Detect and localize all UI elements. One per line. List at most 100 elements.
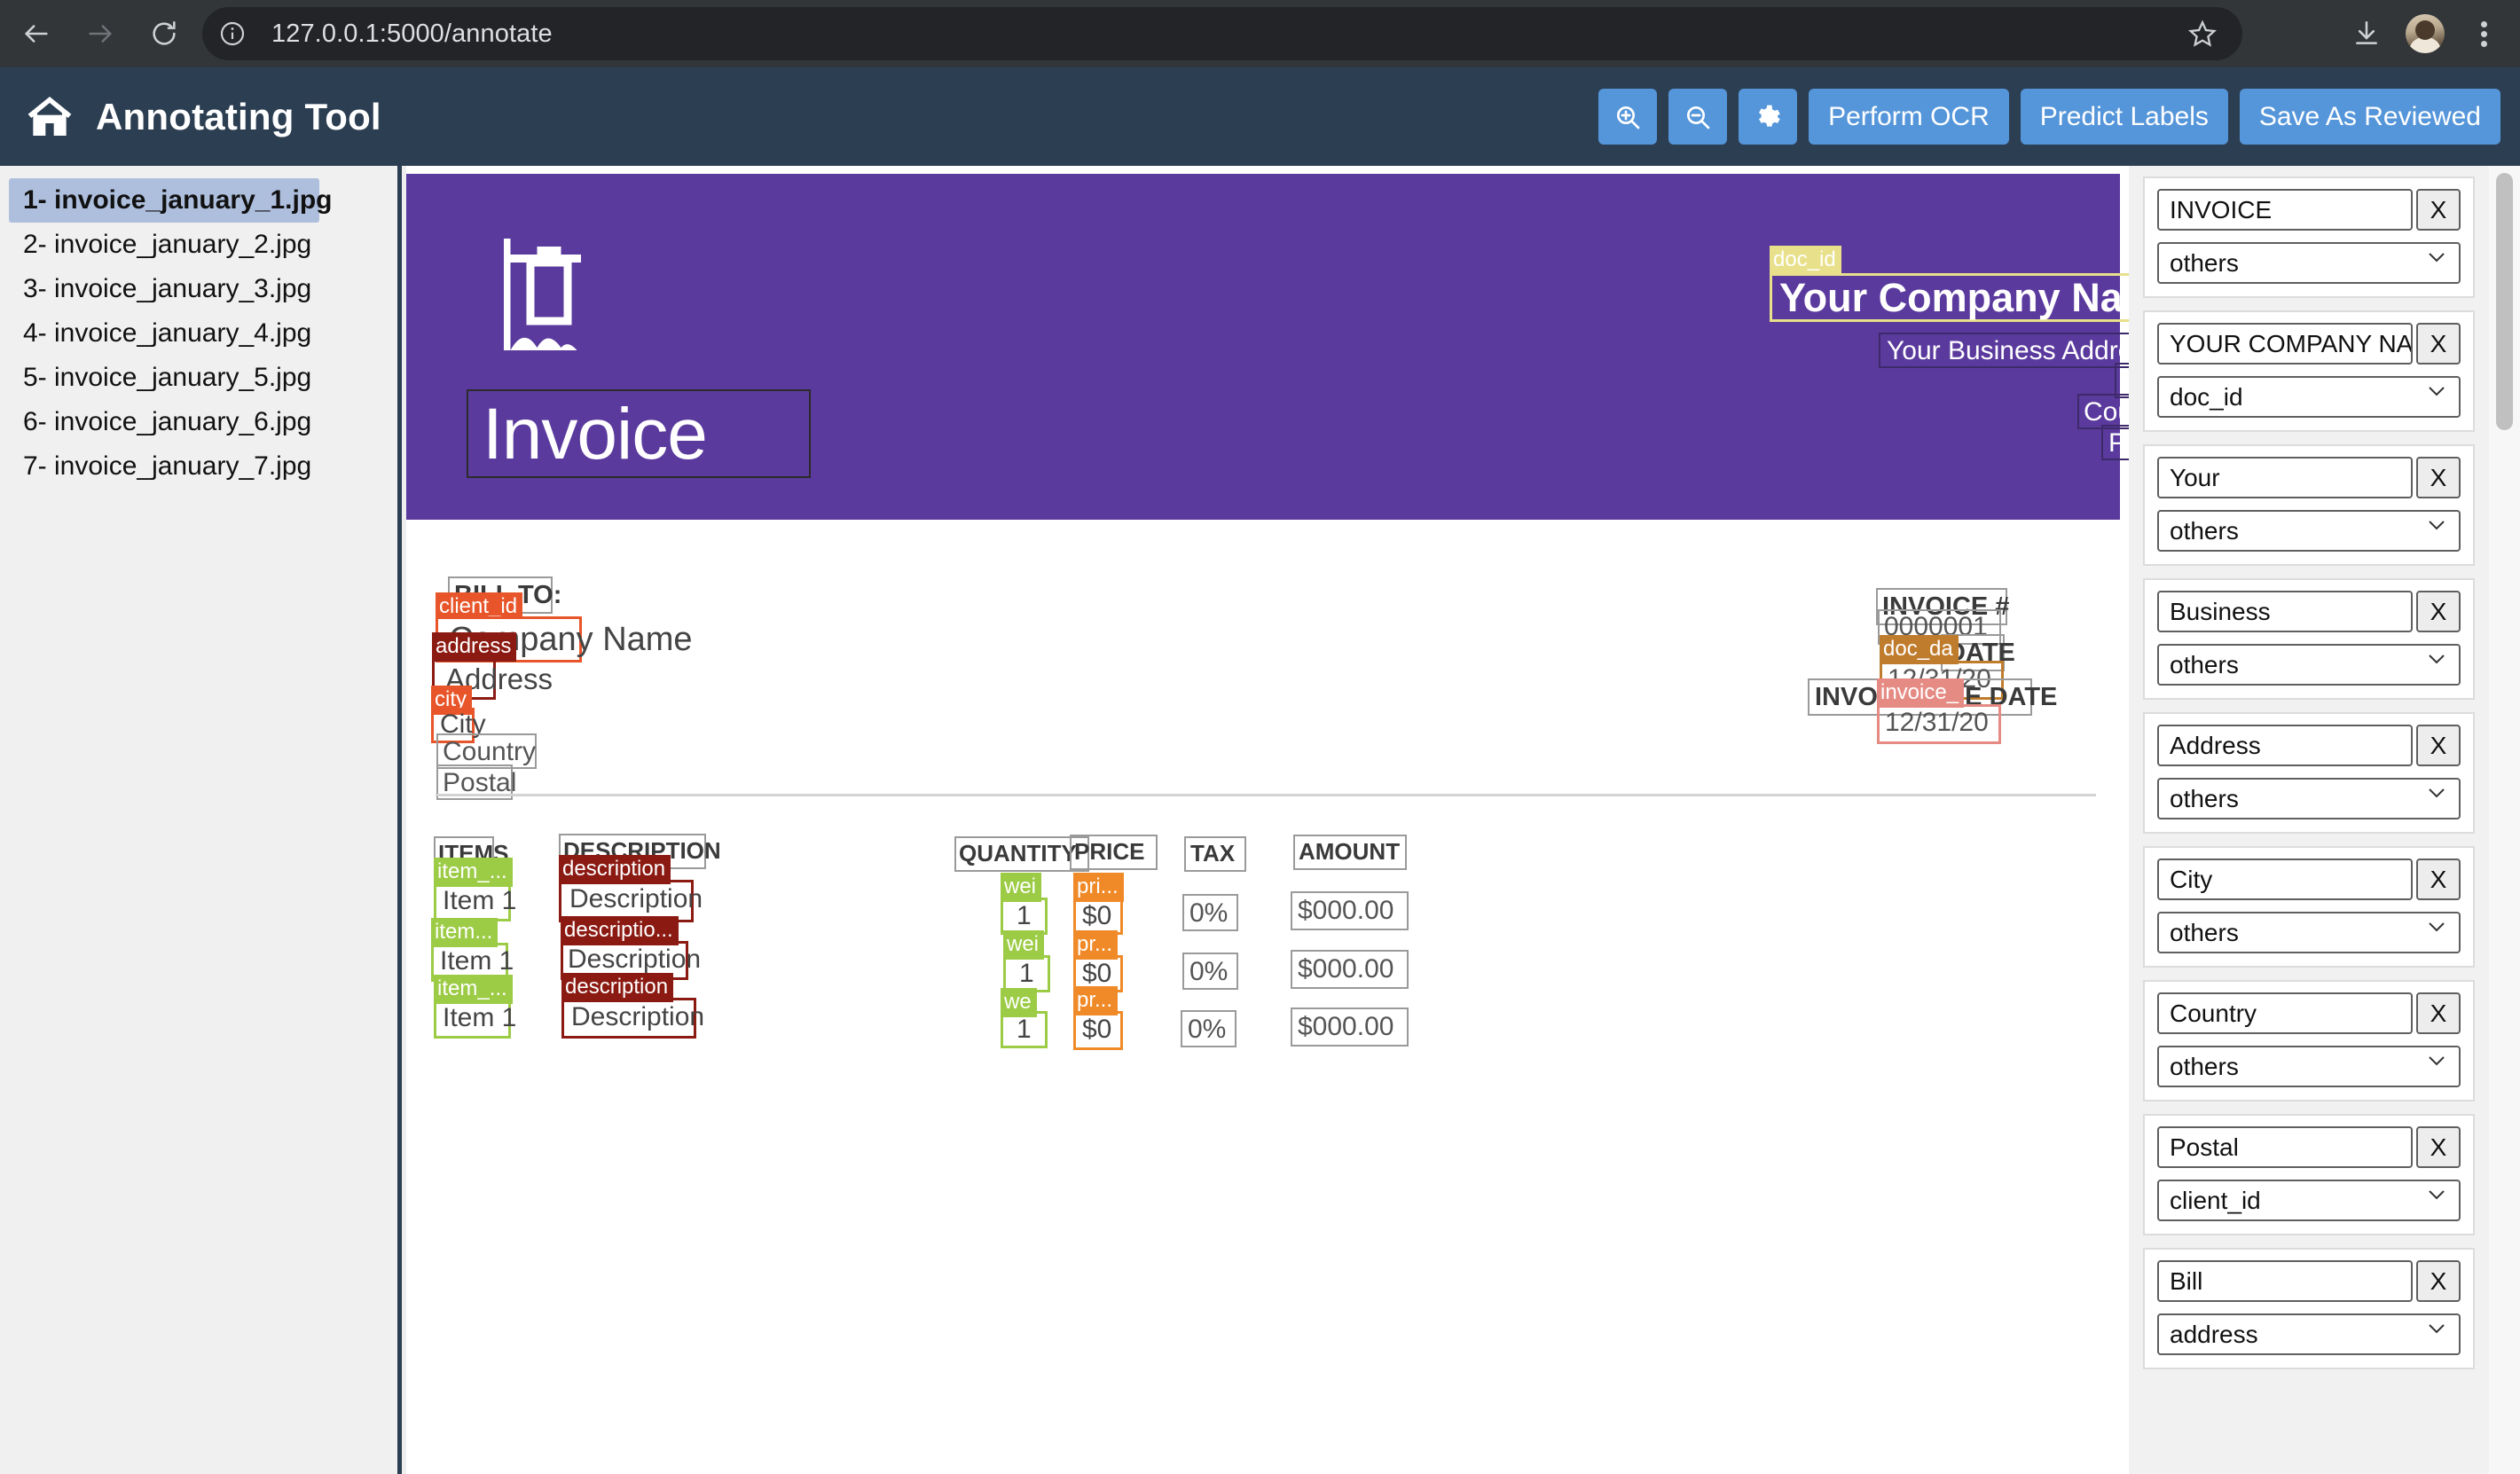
download-icon	[2356, 20, 2377, 44]
reload-button[interactable]	[137, 6, 192, 61]
delete-annotation-button-1[interactable]: X	[2416, 189, 2461, 231]
forward-arrow-icon	[89, 25, 112, 43]
profile-button[interactable]	[2399, 8, 2451, 59]
annotation-entry-8: X client_id	[2143, 1114, 2475, 1235]
annotation-entry-1: X others	[2143, 176, 2475, 298]
delete-annotation-button-8[interactable]: X	[2416, 1126, 2461, 1168]
annotation-text-input-9[interactable]	[2157, 1260, 2413, 1302]
sidebar-item-file-7[interactable]: 7- invoice_january_7.jpg	[9, 444, 319, 489]
sidebar-item-file-6[interactable]: 6- invoice_january_6.jpg	[9, 400, 319, 444]
delete-annotation-button-2[interactable]: X	[2416, 323, 2461, 365]
hero-business-country: Country	[2084, 397, 2129, 427]
annotation-entry-9: X address	[2143, 1248, 2475, 1369]
cell-description-row2: Description	[568, 945, 702, 974]
invoice-document: Invoice doc_id Your Company Name Your Bu…	[406, 166, 2129, 1474]
cell-item-row2: Item 1	[440, 946, 514, 976]
back-button[interactable]	[9, 6, 64, 61]
delete-annotation-button-4[interactable]: X	[2416, 591, 2461, 632]
annotation-label-select-6[interactable]: others	[2157, 912, 2461, 953]
cell-tax-row2: 0%	[1189, 957, 1229, 986]
annotation-label-select-8[interactable]: client_id	[2157, 1180, 2461, 1221]
app-header: Annotating Tool Perform OCR Predict Labe…	[0, 67, 2520, 166]
annotation-text-input-2[interactable]	[2157, 323, 2413, 365]
annotation-entry-7: X others	[2143, 980, 2475, 1102]
col-header-price: PRICE	[1074, 838, 1145, 865]
delete-annotation-button-6[interactable]: X	[2416, 859, 2461, 900]
cell-price-row2: $0	[1082, 959, 1112, 988]
brand[interactable]: Annotating Tool	[25, 92, 381, 142]
annotation-text-input-3[interactable]	[2157, 457, 2413, 498]
annotation-label-select-7[interactable]: others	[2157, 1046, 2461, 1087]
sidebar-item-file-2[interactable]: 2- invoice_january_2.jpg	[9, 223, 319, 267]
delete-annotation-button-9[interactable]: X	[2416, 1260, 2461, 1302]
avatar	[2406, 14, 2445, 53]
annotation-label-select-2[interactable]: doc_id	[2157, 376, 2461, 418]
download-button[interactable]	[2341, 8, 2392, 59]
section-divider	[436, 794, 2096, 796]
zoom-in-button[interactable]	[1598, 89, 1658, 145]
sidebar-item-file-3[interactable]: 3- invoice_january_3.jpg	[9, 267, 319, 311]
annotation-entries-panel[interactable]: X others X doc_id	[2129, 166, 2489, 1474]
settings-button[interactable]	[1739, 89, 1798, 145]
address-bar[interactable]: 127.0.0.1:5000/annotate	[202, 7, 2242, 60]
document-viewer[interactable]: Invoice doc_id Your Company Name Your Bu…	[406, 166, 2129, 1474]
delete-annotation-button-3[interactable]: X	[2416, 457, 2461, 498]
spacer3	[434, 770, 494, 805]
annotation-label-select-4[interactable]: others	[2157, 644, 2461, 686]
forward-button[interactable]	[73, 6, 128, 61]
kebab-menu-icon	[2480, 18, 2487, 51]
zoom-in-icon	[1617, 106, 1640, 129]
cell-quantity-row1: 1	[1017, 901, 1032, 930]
annotation-text-input-8[interactable]	[2157, 1126, 2413, 1168]
zoom-out-button[interactable]	[1668, 89, 1728, 145]
annotation-label-select-9[interactable]: address	[2157, 1313, 2461, 1355]
annotation-entry-5: X others	[2143, 712, 2475, 834]
sidebar-item-file-5[interactable]: 5- invoice_january_5.jpg	[9, 356, 319, 400]
page-scrollbar-thumb[interactable]	[2496, 173, 2513, 430]
annotation-label-select-5[interactable]: others	[2157, 778, 2461, 819]
star-icon	[2188, 20, 2217, 47]
predict-labels-button[interactable]: Predict Labels	[2020, 89, 2228, 145]
annotation-text-input-5[interactable]	[2157, 725, 2413, 766]
browser-toolbar-right	[2341, 0, 2509, 67]
annotation-tag-address[interactable]: address	[432, 632, 517, 662]
reload-icon	[153, 20, 176, 45]
annotation-text-input-1[interactable]	[2157, 189, 2413, 231]
delete-annotation-button-5[interactable]: X	[2416, 725, 2461, 766]
annotation-text-input-4[interactable]	[2157, 591, 2413, 632]
sidebar-item-file-4[interactable]: 4- invoice_january_4.jpg	[9, 311, 319, 356]
annotation-text-input-7[interactable]	[2157, 992, 2413, 1034]
browser-chrome: 127.0.0.1:5000/annotate	[0, 0, 2520, 67]
delete-annotation-button-7[interactable]: X	[2416, 992, 2461, 1034]
sidebar-item-file-1[interactable]: 1- invoice_january_1.jpg	[9, 178, 332, 223]
cell-amount-row1: $000.00	[1298, 896, 1394, 925]
annotation-entry-2: X doc_id	[2143, 310, 2475, 432]
annotation-entry-6: X others	[2143, 846, 2475, 968]
url-text: 127.0.0.1:5000/annotate	[271, 19, 553, 48]
annotation-text-input-6[interactable]	[2157, 859, 2413, 900]
annotation-label-select-1[interactable]: others	[2157, 242, 2461, 284]
hanging-sign-logo-icon	[504, 239, 581, 350]
cell-amount-row3: $000.00	[1298, 1012, 1394, 1041]
cell-tax-row3: 0%	[1188, 1015, 1227, 1044]
home-icon[interactable]	[25, 92, 75, 142]
save-as-reviewed-button[interactable]: Save As Reviewed	[2239, 89, 2500, 145]
perform-ocr-button[interactable]: Perform OCR	[1809, 89, 2009, 145]
back-arrow-icon	[25, 25, 48, 43]
hero-business-address: Your Business Address	[1887, 336, 2129, 365]
info-circle-icon[interactable]	[209, 11, 255, 57]
annotation-label-select-3[interactable]: others	[2157, 510, 2461, 552]
workspace: 1- invoice_january_1.jpg 2- invoice_janu…	[0, 166, 2520, 1474]
cell-item-row1: Item 1	[443, 886, 517, 915]
page-scrollbar-track[interactable]	[2489, 166, 2520, 1474]
col-header-quantity: QUANTITY	[959, 840, 1077, 866]
page-title: Annotating Tool	[96, 95, 381, 137]
bookmark-button[interactable]	[2163, 7, 2242, 60]
cell-quantity-row3: 1	[1017, 1015, 1032, 1044]
hero-business-postal: Postal	[2108, 428, 2129, 458]
annotation-tag-doc-id[interactable]: doc_id	[1770, 246, 1841, 275]
header-actions: Perform OCR Predict Labels Save As Revie…	[1598, 67, 2500, 166]
col-header-tax: TAX	[1190, 840, 1236, 866]
cell-amount-row2: $000.00	[1298, 954, 1394, 984]
browser-menu-button[interactable]	[2458, 8, 2509, 59]
